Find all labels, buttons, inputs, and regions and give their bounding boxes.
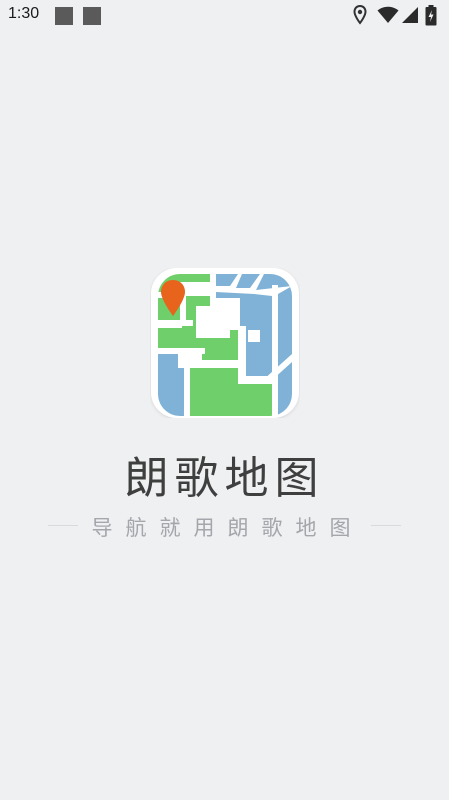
notification-icon [83, 7, 101, 25]
battery-charging-icon [425, 5, 437, 26]
slogan-text: 导航就用朗歌地图 [91, 516, 364, 540]
slogan-row: 导航就用朗歌地图 [0, 510, 449, 540]
status-bar: 1:30 [0, 0, 449, 32]
notification-icon [55, 7, 73, 25]
wifi-icon [377, 6, 399, 23]
signal-icon [402, 7, 418, 23]
status-time: 1:30 [8, 5, 40, 22]
app-name: 朗歌地图 [124, 453, 325, 504]
status-icons [353, 5, 443, 27]
location-icon [353, 5, 367, 25]
map-app-logo-icon [151, 268, 299, 418]
